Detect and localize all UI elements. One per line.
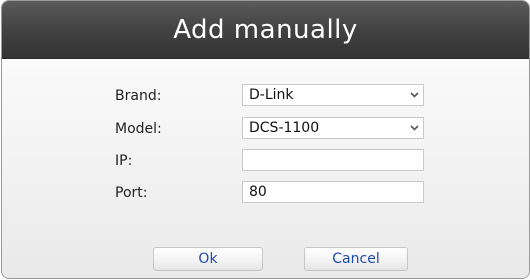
- ip-label: IP:: [115, 153, 133, 169]
- model-selected-value: DCS-1100: [249, 120, 320, 136]
- dialog-title: Add manually: [173, 15, 358, 45]
- brand-select[interactable]: D-Link: [242, 84, 424, 106]
- brand-label: Brand:: [115, 88, 162, 104]
- ok-button[interactable]: Ok: [153, 247, 263, 271]
- brand-selected-value: D-Link: [249, 87, 294, 103]
- ip-input[interactable]: [242, 149, 424, 171]
- model-label: Model:: [115, 121, 162, 137]
- port-label: Port:: [115, 185, 148, 201]
- port-input[interactable]: [242, 181, 424, 203]
- dialog-title-bar: Add manually: [2, 1, 529, 59]
- model-select[interactable]: DCS-1100: [242, 117, 424, 139]
- chevron-down-icon[interactable]: [405, 85, 423, 105]
- add-manually-dialog: Add manually Brand: D-Link Model: DCS-11…: [2, 1, 529, 278]
- cancel-button[interactable]: Cancel: [304, 247, 408, 271]
- chevron-down-icon[interactable]: [405, 118, 423, 138]
